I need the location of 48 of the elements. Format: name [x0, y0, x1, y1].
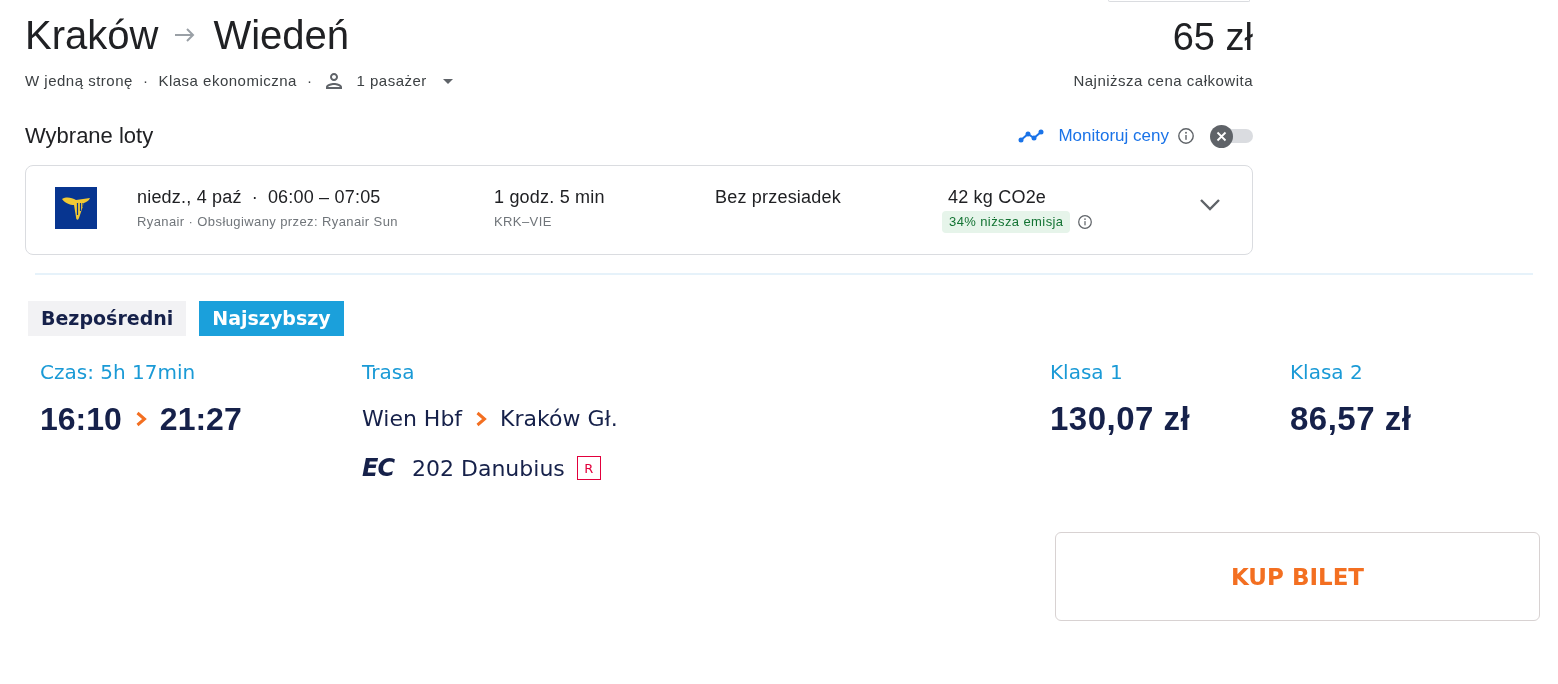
- separator: ·: [142, 71, 149, 91]
- train-category-logo: EC: [362, 453, 394, 483]
- emissions-badge: 34% niższa emisja: [942, 211, 1071, 233]
- airport-codes: KRK–VIE: [494, 213, 553, 231]
- price-tracking-toggle[interactable]: [1210, 124, 1253, 148]
- x-knob-icon: [1210, 124, 1233, 148]
- emissions-value: 42 kg CO2e: [948, 186, 1048, 209]
- info-icon[interactable]: [1178, 128, 1194, 144]
- info-icon[interactable]: [1078, 215, 1093, 229]
- trip-option: Klasa ekonomiczna: [158, 71, 297, 91]
- chevron-right-icon: [475, 411, 488, 427]
- reservation-badge: R: [576, 456, 601, 480]
- arrival-time: 21:27: [159, 400, 242, 439]
- stops-info: Bez przesiadek: [715, 186, 842, 209]
- connection-tag: Najszybszy: [199, 301, 344, 336]
- connection-tag: Bezpośredni: [28, 301, 187, 336]
- track-prices-label: Monitoruj ceny: [1058, 125, 1169, 147]
- arrow-right-icon: [175, 28, 196, 42]
- fare-price: 130,07 zł: [1050, 399, 1191, 439]
- harp-logo-icon: [55, 187, 97, 229]
- trip-option: W jedną stronę: [25, 71, 133, 91]
- duration-label: Czas: 5h 17min: [40, 359, 196, 385]
- chevron-down-icon[interactable]: [1199, 198, 1221, 212]
- route-label: Trasa: [362, 359, 415, 385]
- departure-time: 16:10: [40, 400, 122, 439]
- fare-class-label: Klasa 1: [1050, 359, 1123, 385]
- destination-city: Wiedeń: [213, 12, 349, 58]
- separator: ·: [306, 71, 313, 91]
- caret-down-icon: [442, 78, 453, 84]
- airline-name: Ryanair · Obsługiwany przez: Ryanair Sun: [137, 213, 399, 231]
- passenger-dropdown[interactable]: 1 pasażer: [326, 71, 453, 91]
- flight-card[interactable]: niedz., 4 paź · 06:00 – 07:05 Ryanair · Obsługiwany przez: Ryanair Sun 1 godz. 5 min KRK–VIE Bez przesiadek 42 kg CO2e 34% niższa emisja: [25, 165, 1253, 255]
- trend-line-icon: [1018, 129, 1045, 143]
- total-price: 65 zł: [1172, 15, 1253, 59]
- origin-city: Kraków: [25, 12, 159, 58]
- arrival-station: Kraków Gł.: [500, 405, 618, 433]
- departure-station: Wien Hbf: [362, 405, 463, 433]
- flight-duration: 1 godz. 5 min: [494, 186, 606, 209]
- fare-class-label: Klasa 2: [1290, 359, 1363, 385]
- flight-date: niedz., 4 paź: [137, 186, 242, 209]
- chevron-right-icon: [134, 411, 147, 427]
- fare-price: 86,57 zł: [1290, 399, 1412, 439]
- train-name: 202 Danubius: [412, 455, 565, 481]
- price-caption: Najniższa cena całkowita: [1073, 71, 1253, 91]
- person-icon: [326, 73, 343, 89]
- separator: ·: [251, 186, 258, 209]
- flight-times: 06:00 – 07:05: [267, 186, 381, 209]
- section-title: Wybrane loty: [25, 122, 154, 150]
